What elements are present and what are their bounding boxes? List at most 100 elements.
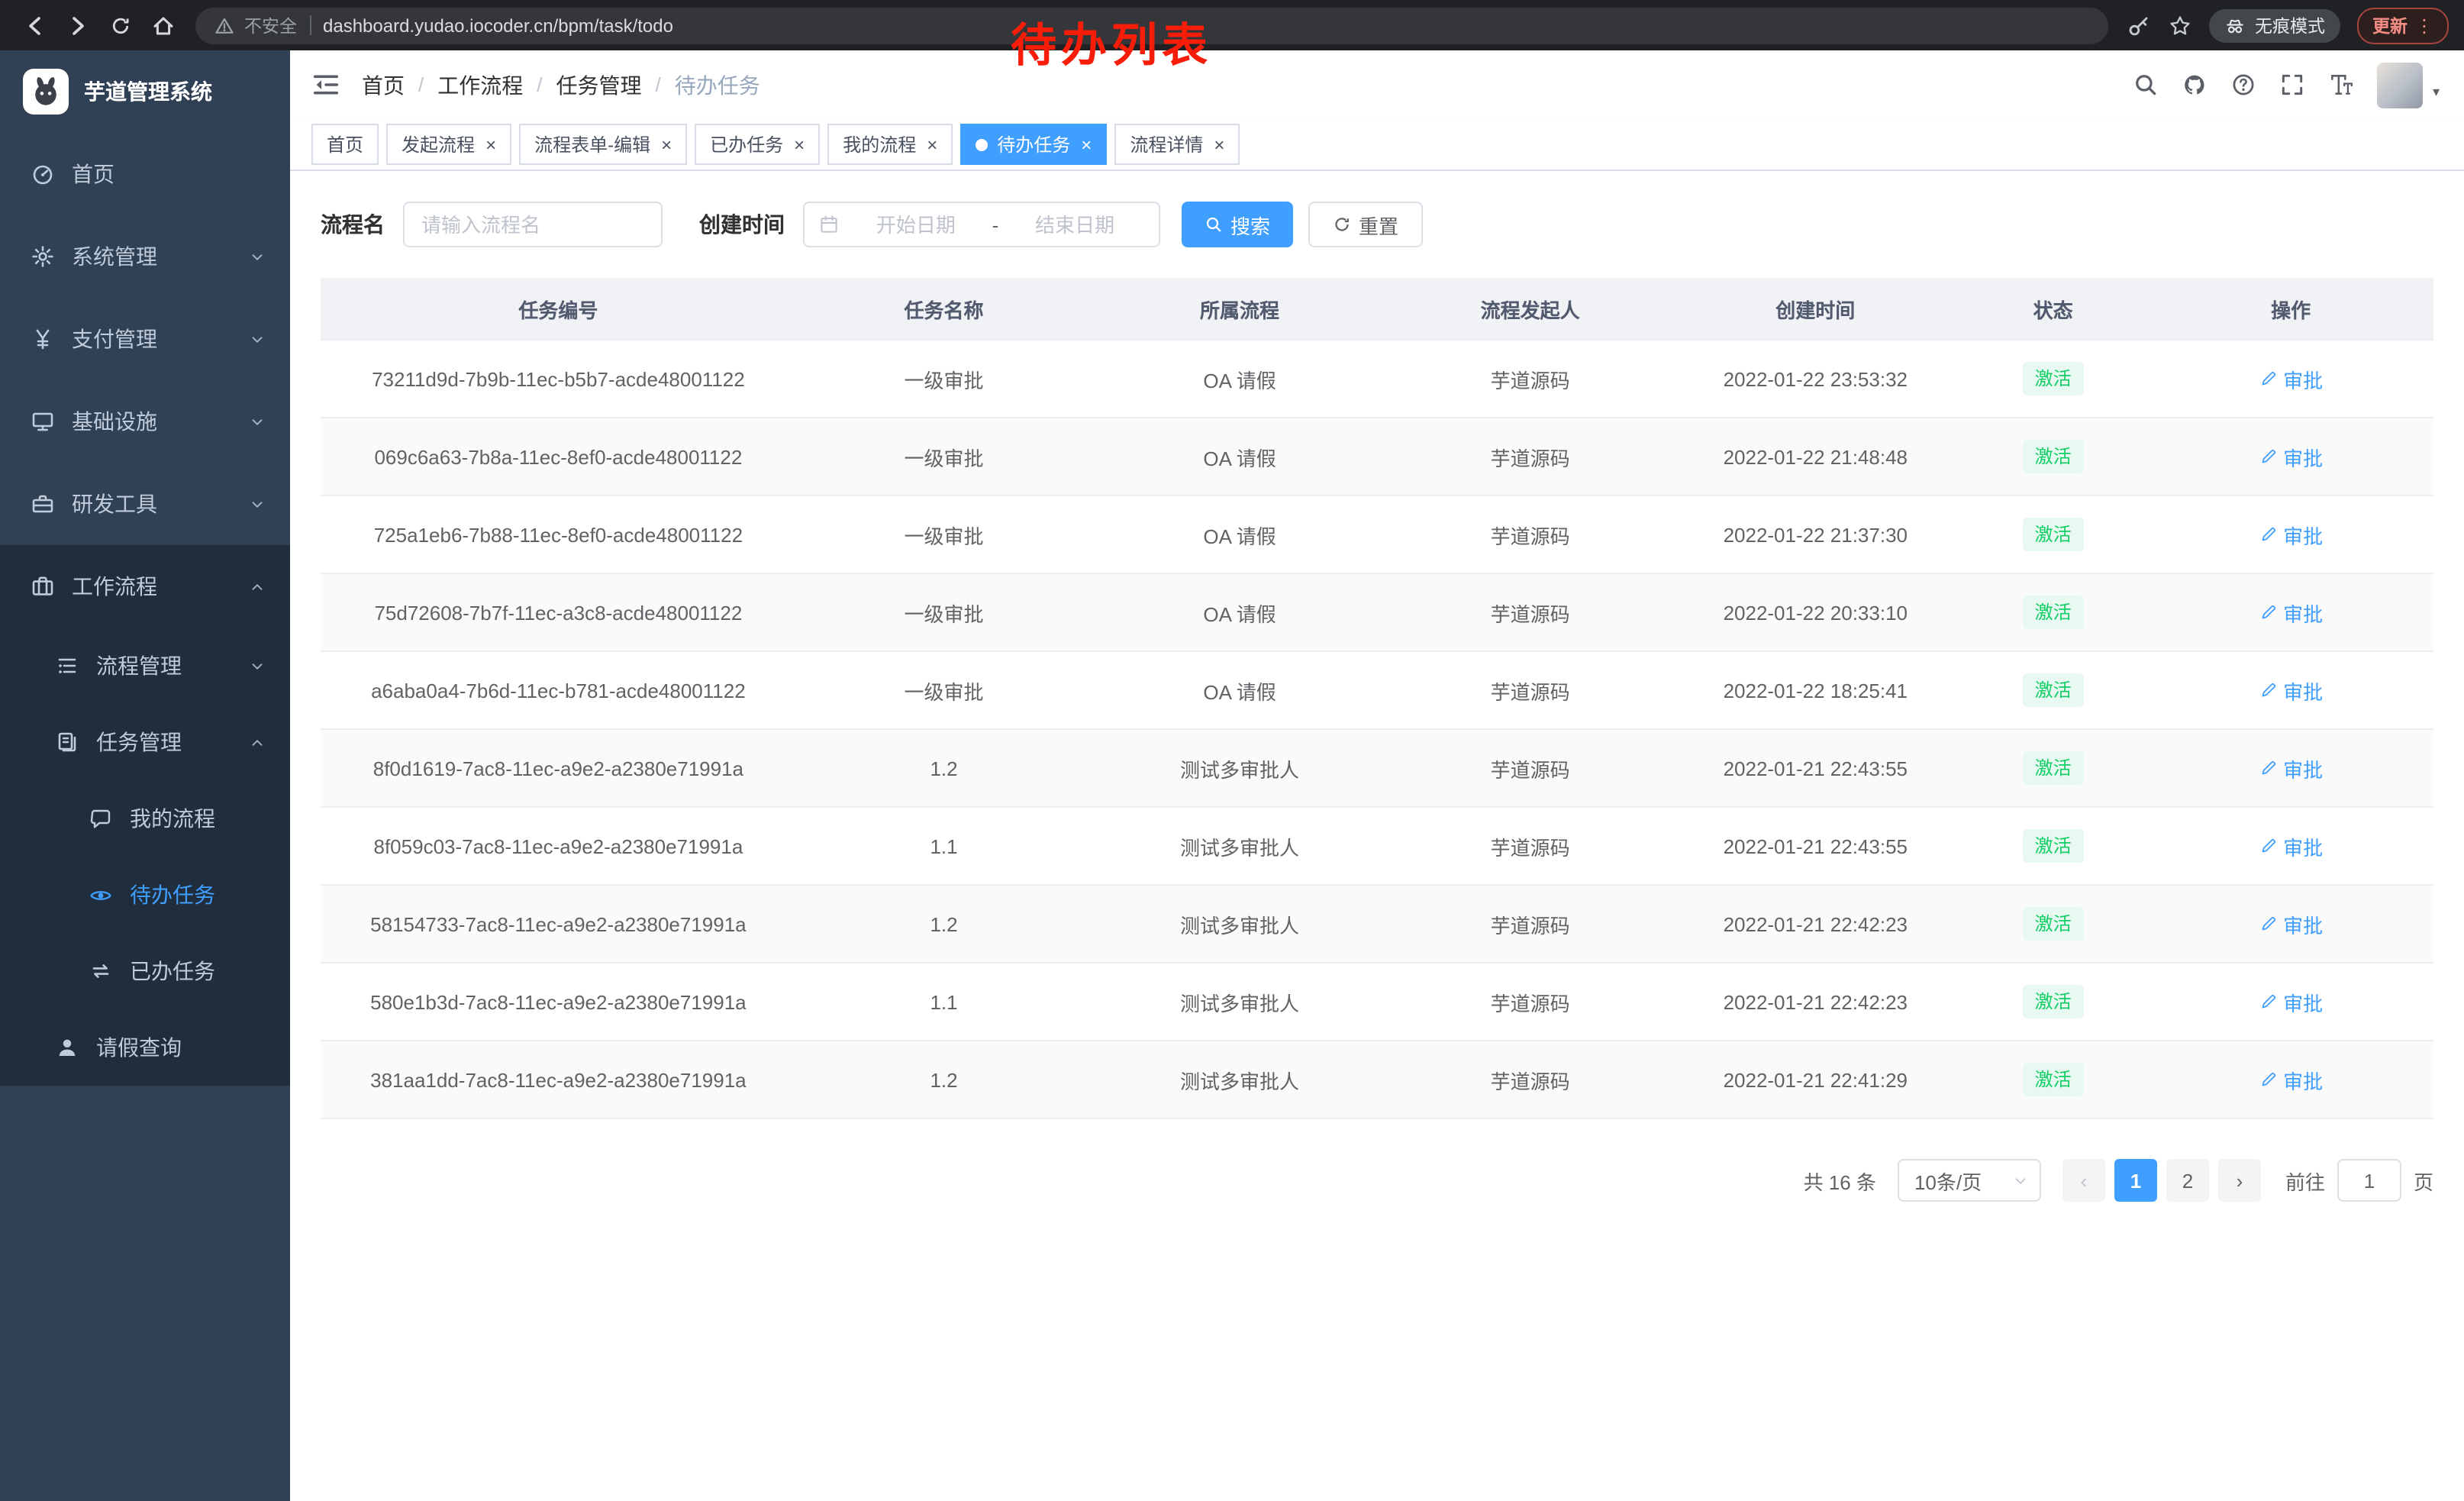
security-chip[interactable]: 不安全 bbox=[214, 13, 297, 37]
key-icon[interactable] bbox=[2127, 13, 2151, 37]
tab-process-detail[interactable]: 流程详情 × bbox=[1114, 124, 1240, 165]
cell-created: 2022-01-21 22:41:29 bbox=[1672, 1041, 1958, 1118]
sidebar-item-process-mgmt[interactable]: 流程管理 bbox=[0, 628, 290, 704]
back-button[interactable] bbox=[15, 5, 55, 45]
sidebar-item-task-mgmt[interactable]: 任务管理 bbox=[0, 704, 290, 780]
incognito-icon bbox=[2224, 15, 2246, 36]
tab-form-editor[interactable]: 流程表单-编辑× bbox=[519, 124, 687, 165]
process-name-input[interactable] bbox=[403, 202, 663, 247]
tab-label: 我的流程 bbox=[843, 131, 916, 157]
approve-link[interactable]: 审批 bbox=[2259, 364, 2323, 393]
yen-icon bbox=[31, 327, 55, 351]
page-button-1[interactable]: 1 bbox=[2114, 1159, 2157, 1202]
collapse-sidebar-icon[interactable] bbox=[311, 70, 340, 99]
update-button[interactable]: 更新 ⋮ bbox=[2357, 7, 2449, 44]
chrome-actions: 无痕模式 更新 ⋮ bbox=[2127, 7, 2449, 44]
sidebar-item-infrastructure[interactable]: 基础设施 bbox=[0, 380, 290, 463]
close-icon[interactable]: × bbox=[927, 135, 937, 153]
approve-link[interactable]: 审批 bbox=[2259, 598, 2323, 627]
cell-initiator: 芋道源码 bbox=[1388, 963, 1673, 1041]
sidebar-item-label: 系统管理 bbox=[72, 241, 157, 272]
font-size-icon[interactable] bbox=[2329, 72, 2355, 98]
chevron-down-icon bbox=[249, 413, 266, 430]
goto-page-input[interactable] bbox=[2337, 1159, 2401, 1202]
cell-initiator: 芋道源码 bbox=[1388, 418, 1673, 495]
sidebar-item-system[interactable]: 系统管理 bbox=[0, 215, 290, 298]
cell-created: 2022-01-21 22:43:55 bbox=[1672, 807, 1958, 885]
cell-initiator: 芋道源码 bbox=[1388, 1041, 1673, 1118]
sidebar-item-todo-task[interactable]: 待办任务 bbox=[0, 857, 290, 933]
sidebar-item-label: 请假查询 bbox=[96, 1032, 182, 1063]
cell-task-name: 1.2 bbox=[796, 885, 1092, 963]
breadcrumb-item[interactable]: 工作流程 bbox=[437, 69, 523, 100]
search-button[interactable]: 搜索 bbox=[1182, 202, 1293, 247]
cell-process: OA 请假 bbox=[1092, 495, 1388, 573]
forward-button[interactable] bbox=[58, 5, 98, 45]
approve-link[interactable]: 审批 bbox=[2259, 831, 2323, 860]
approve-link[interactable]: 审批 bbox=[2259, 442, 2323, 471]
next-page-button[interactable]: › bbox=[2218, 1159, 2261, 1202]
chevron-down-icon: ▾ bbox=[2433, 83, 2440, 100]
close-icon[interactable]: × bbox=[661, 135, 672, 153]
start-date-input[interactable] bbox=[846, 211, 986, 237]
cell-task-name: 1.2 bbox=[796, 729, 1092, 807]
search-icon[interactable] bbox=[2133, 72, 2159, 98]
tab-label: 流程详情 bbox=[1130, 131, 1203, 157]
page-unit: 页 bbox=[2414, 1166, 2433, 1195]
page-buttons: ‹ 12 › bbox=[2062, 1159, 2261, 1202]
tab-todo-task[interactable]: 待办任务 × bbox=[960, 124, 1107, 165]
header-actions: ▾ bbox=[2133, 62, 2440, 108]
reset-button[interactable]: 重置 bbox=[1308, 202, 1423, 247]
tab-home[interactable]: 首页 bbox=[311, 124, 379, 165]
done-icon bbox=[89, 959, 113, 983]
sidebar-item-label: 首页 bbox=[72, 159, 114, 189]
close-icon[interactable]: × bbox=[1214, 135, 1224, 153]
reload-button[interactable] bbox=[101, 5, 140, 45]
status-badge: 激活 bbox=[2023, 440, 2084, 473]
tab-done-task[interactable]: 已办任务× bbox=[695, 124, 820, 165]
sidebar-item-workflow[interactable]: 工作流程 bbox=[0, 545, 290, 628]
help-icon[interactable] bbox=[2231, 72, 2257, 98]
approve-link[interactable]: 审批 bbox=[2259, 520, 2323, 549]
approve-link[interactable]: 审批 bbox=[2259, 754, 2323, 783]
chevron-down-icon bbox=[249, 657, 266, 674]
tabbar: 首页发起流程×流程表单-编辑×已办任务× 我的流程 × 待办任务 × 流程详情 × bbox=[290, 119, 2464, 171]
date-range-picker[interactable]: - bbox=[803, 202, 1160, 247]
end-date-input[interactable] bbox=[1005, 211, 1145, 237]
breadcrumb-item[interactable]: 任务管理 bbox=[556, 69, 642, 100]
tasks-icon bbox=[55, 730, 79, 754]
sidebar-item-label: 支付管理 bbox=[72, 324, 157, 354]
close-icon[interactable]: × bbox=[1081, 135, 1092, 153]
approve-link[interactable]: 审批 bbox=[2259, 676, 2323, 705]
prev-page-button[interactable]: ‹ bbox=[2062, 1159, 2105, 1202]
sidebar-item-done-task[interactable]: 已办任务 bbox=[0, 933, 290, 1009]
user-avatar[interactable] bbox=[2378, 62, 2424, 108]
close-icon[interactable]: × bbox=[485, 135, 496, 153]
sidebar-item-my-process[interactable]: 我的流程 bbox=[0, 780, 290, 857]
home-button[interactable] bbox=[144, 5, 183, 45]
app-frame: 芋道管理系统 首页系统管理支付管理基础设施研发工具工作流程流程管理任务管理我的流… bbox=[0, 50, 2464, 1501]
sidebar-item-leave-query[interactable]: 请假查询 bbox=[0, 1009, 290, 1086]
tab-label: 待办任务 bbox=[997, 131, 1070, 157]
sidebar-item-home[interactable]: 首页 bbox=[0, 133, 290, 215]
close-icon[interactable]: × bbox=[794, 135, 805, 153]
page-size-select[interactable]: 10条/页 bbox=[1898, 1159, 2041, 1202]
approve-link[interactable]: 审批 bbox=[2259, 909, 2323, 938]
table-row: a6aba0a4-7b6d-11ec-b781-acde48001122一级审批… bbox=[321, 651, 2433, 729]
cell-process: 测试多审批人 bbox=[1092, 963, 1388, 1041]
sidebar-item-devtools[interactable]: 研发工具 bbox=[0, 463, 290, 545]
github-icon[interactable] bbox=[2182, 72, 2208, 98]
star-icon[interactable] bbox=[2168, 13, 2192, 37]
approve-link[interactable]: 审批 bbox=[2259, 987, 2323, 1016]
menu-dots-icon[interactable]: ⋮ bbox=[2415, 15, 2433, 36]
active-dot bbox=[976, 138, 988, 150]
breadcrumb-item[interactable]: 首页 bbox=[362, 69, 405, 100]
breadcrumb-item: 待办任务 bbox=[675, 69, 760, 100]
sidebar-item-payment[interactable]: 支付管理 bbox=[0, 298, 290, 380]
fullscreen-icon[interactable] bbox=[2280, 72, 2306, 98]
tab-my-process[interactable]: 我的流程 × bbox=[827, 124, 953, 165]
tab-start-process[interactable]: 发起流程× bbox=[386, 124, 511, 165]
approve-link[interactable]: 审批 bbox=[2259, 1065, 2323, 1094]
cell-created: 2022-01-22 20:33:10 bbox=[1672, 573, 1958, 651]
page-button-2[interactable]: 2 bbox=[2166, 1159, 2209, 1202]
